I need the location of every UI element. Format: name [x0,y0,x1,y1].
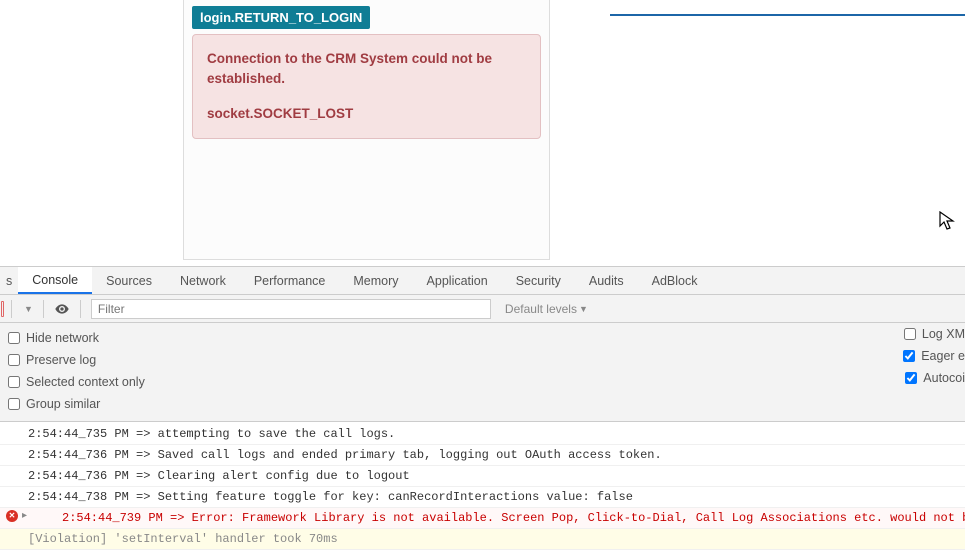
log-xm-label: Log XM [922,327,965,341]
selected-context-label: Selected context only [26,375,145,389]
option-autoco[interactable]: Autocoi [905,371,965,385]
selected-context-checkbox[interactable] [8,376,20,388]
cursor-icon [939,211,955,237]
error-text: 2:54:44_739 PM => Error: Framework Libra… [28,509,965,527]
log-entry: 2:54:44_735 PM => attempting to save the… [0,424,965,445]
tab-memory[interactable]: Memory [339,267,412,294]
login-panel: login.RETURN_TO_LOGIN Connection to the … [183,0,550,260]
return-to-login-button[interactable]: login.RETURN_TO_LOGIN [192,6,370,29]
divider-line [610,14,965,16]
hide-network-label: Hide network [26,331,99,345]
option-eager-e[interactable]: Eager e [903,349,965,363]
eye-icon[interactable] [48,301,76,317]
context-indicator[interactable] [1,301,4,317]
log-levels-dropdown[interactable]: Default levels ▼ [497,302,596,316]
tab-security[interactable]: Security [502,267,575,294]
devtools-tabs: s Console Sources Network Performance Me… [0,267,965,295]
group-similar-label: Group similar [26,397,100,411]
eager-e-label: Eager e [921,349,965,363]
toolbar-divider [11,300,12,318]
filter-input[interactable] [91,299,491,319]
log-entry: 2:54:44_738 PM => Setting feature toggle… [0,487,965,508]
toolbar-divider [80,300,81,318]
toolbar-divider [43,300,44,318]
option-hide-network[interactable]: Hide network [8,331,99,345]
console-toolbar: ▼ Default levels ▼ [0,295,965,323]
option-selected-context[interactable]: Selected context only [8,375,145,389]
expand-arrow-icon[interactable]: ▸ [22,509,27,524]
console-options: Hide network Log XM Preserve log Eager e… [0,323,965,422]
autoco-checkbox[interactable] [905,372,917,384]
group-similar-checkbox[interactable] [8,398,20,410]
option-group-similar[interactable]: Group similar [8,397,100,411]
chevron-down-icon: ▼ [579,304,588,314]
option-preserve-log[interactable]: Preserve log [8,353,96,367]
devtools-panel: s Console Sources Network Performance Me… [0,266,965,549]
log-entry-violation: [Violation] 'setInterval' handler took 7… [0,529,965,550]
console-log: 2:54:44_735 PM => attempting to save the… [0,422,965,552]
eager-e-checkbox[interactable] [903,350,915,362]
context-dropdown[interactable]: ▼ [16,304,39,314]
log-entry-error: ▸ 2:54:44_739 PM => Error: Framework Lib… [0,508,965,529]
preserve-log-checkbox[interactable] [8,354,20,366]
tab-network[interactable]: Network [166,267,240,294]
option-log-xm[interactable]: Log XM [904,327,965,341]
tab-sources[interactable]: Sources [92,267,166,294]
log-levels-label: Default levels [505,302,577,316]
tab-audits[interactable]: Audits [575,267,638,294]
autoco-label: Autocoi [923,371,965,385]
connection-error-alert: Connection to the CRM System could not b… [192,34,541,139]
application-viewport: login.RETURN_TO_LOGIN Connection to the … [0,0,965,266]
tab-performance[interactable]: Performance [240,267,340,294]
log-xm-checkbox[interactable] [904,328,916,340]
alert-message: Connection to the CRM System could not b… [207,49,526,88]
tab-adblock[interactable]: AdBlock [638,267,712,294]
log-entry: 2:54:44_736 PM => Saved call logs and en… [0,445,965,466]
tab-application[interactable]: Application [413,267,502,294]
log-entry: 2:54:44_736 PM => Clearing alert config … [0,466,965,487]
tab-elements-truncated[interactable]: s [0,267,18,294]
chevron-down-icon: ▼ [24,304,33,314]
tab-console[interactable]: Console [18,267,92,294]
alert-code: socket.SOCKET_LOST [207,104,526,124]
preserve-log-label: Preserve log [26,353,96,367]
hide-network-checkbox[interactable] [8,332,20,344]
error-icon [6,510,18,522]
